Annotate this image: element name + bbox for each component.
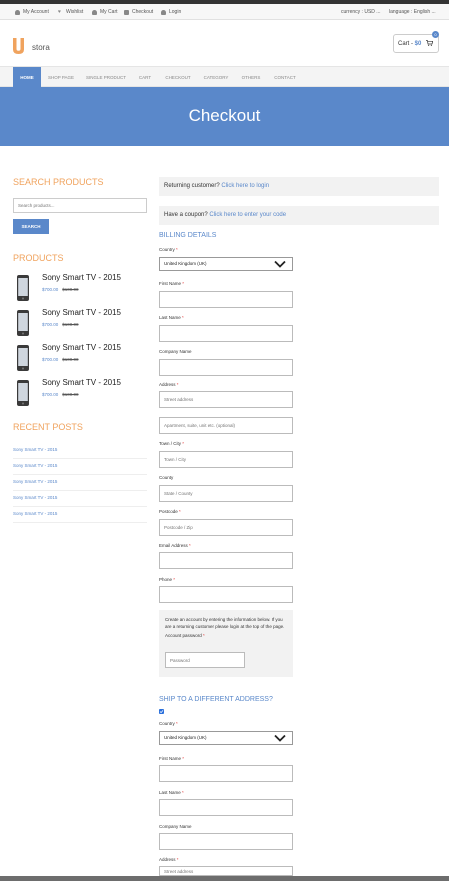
country-label: Country * [159,247,178,252]
ship-last-name-label: Last Name * [159,790,184,795]
product-title[interactable]: Sony Smart TV - 2015 [42,343,121,352]
product-price: $700.00 $100.00 [42,287,79,292]
heart-icon: ♥ [58,8,61,15]
password-field[interactable] [165,652,245,668]
cart-label: Cart - [398,41,415,47]
recent-post-link[interactable]: Sony Smart TV - 2015 [13,511,147,523]
nav-single-product[interactable]: Single product [83,67,129,88]
company-name-field[interactable] [159,359,293,376]
my-cart-link[interactable]: My Cart [92,9,118,15]
user-icon [15,9,20,15]
email-field[interactable] [159,552,293,569]
search-input[interactable] [13,198,147,213]
nav-category[interactable]: Category [198,67,234,88]
product-thumbnail[interactable] [15,380,31,406]
nav-home[interactable]: Home [13,67,41,88]
check-icon [159,710,164,714]
product-thumbnail[interactable] [15,345,31,371]
search-products-heading: Search Products [13,177,104,187]
search-button[interactable]: SEARCH [13,219,49,234]
country-select[interactable]: United Kingdom (UK) [159,257,293,271]
currency-dropdown[interactable]: currency : USD ... [341,9,380,15]
town-label: Town / City * [159,441,185,446]
ship-country-select[interactable]: United Kingdom (UK) [159,731,293,745]
phone-label: Phone * [159,577,176,582]
page-title: Checkout [188,106,261,125]
product-title[interactable]: Sony Smart TV - 2015 [42,308,121,317]
product-thumbnail[interactable] [15,275,31,301]
cart-amount: $0 [414,41,422,47]
login-link[interactable]: Login [161,9,181,15]
coupon-notice: Have a coupon? Click here to enter your … [159,206,439,225]
chevron-down-icon [274,260,286,268]
login-toggle-link[interactable]: Click here to login [221,183,269,189]
my-account-link[interactable]: My Account [15,9,49,15]
first-name-label: First Name * [159,281,185,286]
checkout-link[interactable]: Checkout [124,9,153,15]
language-dropdown[interactable]: language : English ... [389,9,436,15]
ship-company-name-label: Company Name [159,824,192,829]
product-title[interactable]: Sony Smart TV - 2015 [42,273,121,282]
nav-cart[interactable]: Cart [134,67,156,88]
last-name-field[interactable] [159,325,293,342]
phone-field[interactable] [159,586,293,603]
wishlist-link[interactable]: ♥ Wishlist [58,9,83,15]
bottom-bar [0,876,449,881]
street-address-field[interactable] [159,391,293,408]
user-icon [92,9,97,15]
ship-country-value: United Kingdom (UK) [164,735,207,740]
last-name-label: Last Name * [159,315,184,320]
apartment-field[interactable] [159,417,293,434]
logo-text: stora [32,43,50,52]
recent-post-link[interactable]: Sony Smart TV - 2015 [13,479,147,491]
main-nav: Home Shop page Single product Cart Check… [0,66,449,88]
lock-icon [124,9,129,15]
ship-first-name-field[interactable] [159,765,293,782]
chevron-down-icon [274,734,286,742]
product-title[interactable]: Sony Smart TV - 2015 [42,378,121,387]
returning-customer-notice: Returning customer? Click here to login [159,177,439,196]
ship-company-name-field[interactable] [159,833,293,850]
address-label: Address * [159,382,179,387]
top-bar: My Account ♥ Wishlist My Cart Checkout Lo… [0,4,449,20]
recent-posts-heading: Recent Posts [13,422,83,432]
country-value: United Kingdom (UK) [164,261,207,266]
user-icon [161,9,166,15]
cart-icon [426,40,434,46]
ship-first-name-label: First Name * [159,756,185,761]
nav-checkout[interactable]: Checkout [161,67,195,88]
ship-different-address-checkbox[interactable] [159,709,164,714]
logo-icon[interactable] [13,38,24,54]
first-name-field[interactable] [159,291,293,308]
town-field[interactable] [159,451,293,468]
nav-contact[interactable]: Contact [268,67,302,88]
ship-address-label: Address * [159,857,179,862]
cart-count-badge: 0 [432,31,439,38]
recent-post-link[interactable]: Sony Smart TV - 2015 [13,495,147,507]
product-thumbnail[interactable] [15,310,31,336]
product-price: $700.00 $100.00 [42,322,79,327]
county-label: County [159,475,174,480]
recent-post-link[interactable]: Sony Smart TV - 2015 [13,463,147,475]
create-account-text: Create an account by entering the inform… [165,617,285,629]
ship-last-name-field[interactable] [159,799,293,816]
password-label: Account password * [165,633,205,638]
ship-different-address-heading: Ship to a different address? [159,696,273,703]
product-price: $700.00 $100.00 [42,392,79,397]
county-field[interactable] [159,485,293,502]
billing-details-heading: Billing Details [159,232,217,239]
email-label: Email Address * [159,543,191,548]
postcode-label: Postcode * [159,509,181,514]
nav-shop-page[interactable]: Shop page [43,67,79,88]
product-price: $700.00 $100.00 [42,357,79,362]
recent-post-link[interactable]: Sony Smart TV - 2015 [13,447,147,459]
ship-country-label: Country * [159,721,178,726]
coupon-toggle-link[interactable]: Click here to enter your code [209,212,286,218]
company-name-label: Company Name [159,349,192,354]
ship-street-address-field[interactable] [159,866,293,876]
nav-others[interactable]: Others [238,67,264,88]
postcode-field[interactable] [159,519,293,536]
products-heading: Products [13,253,64,263]
